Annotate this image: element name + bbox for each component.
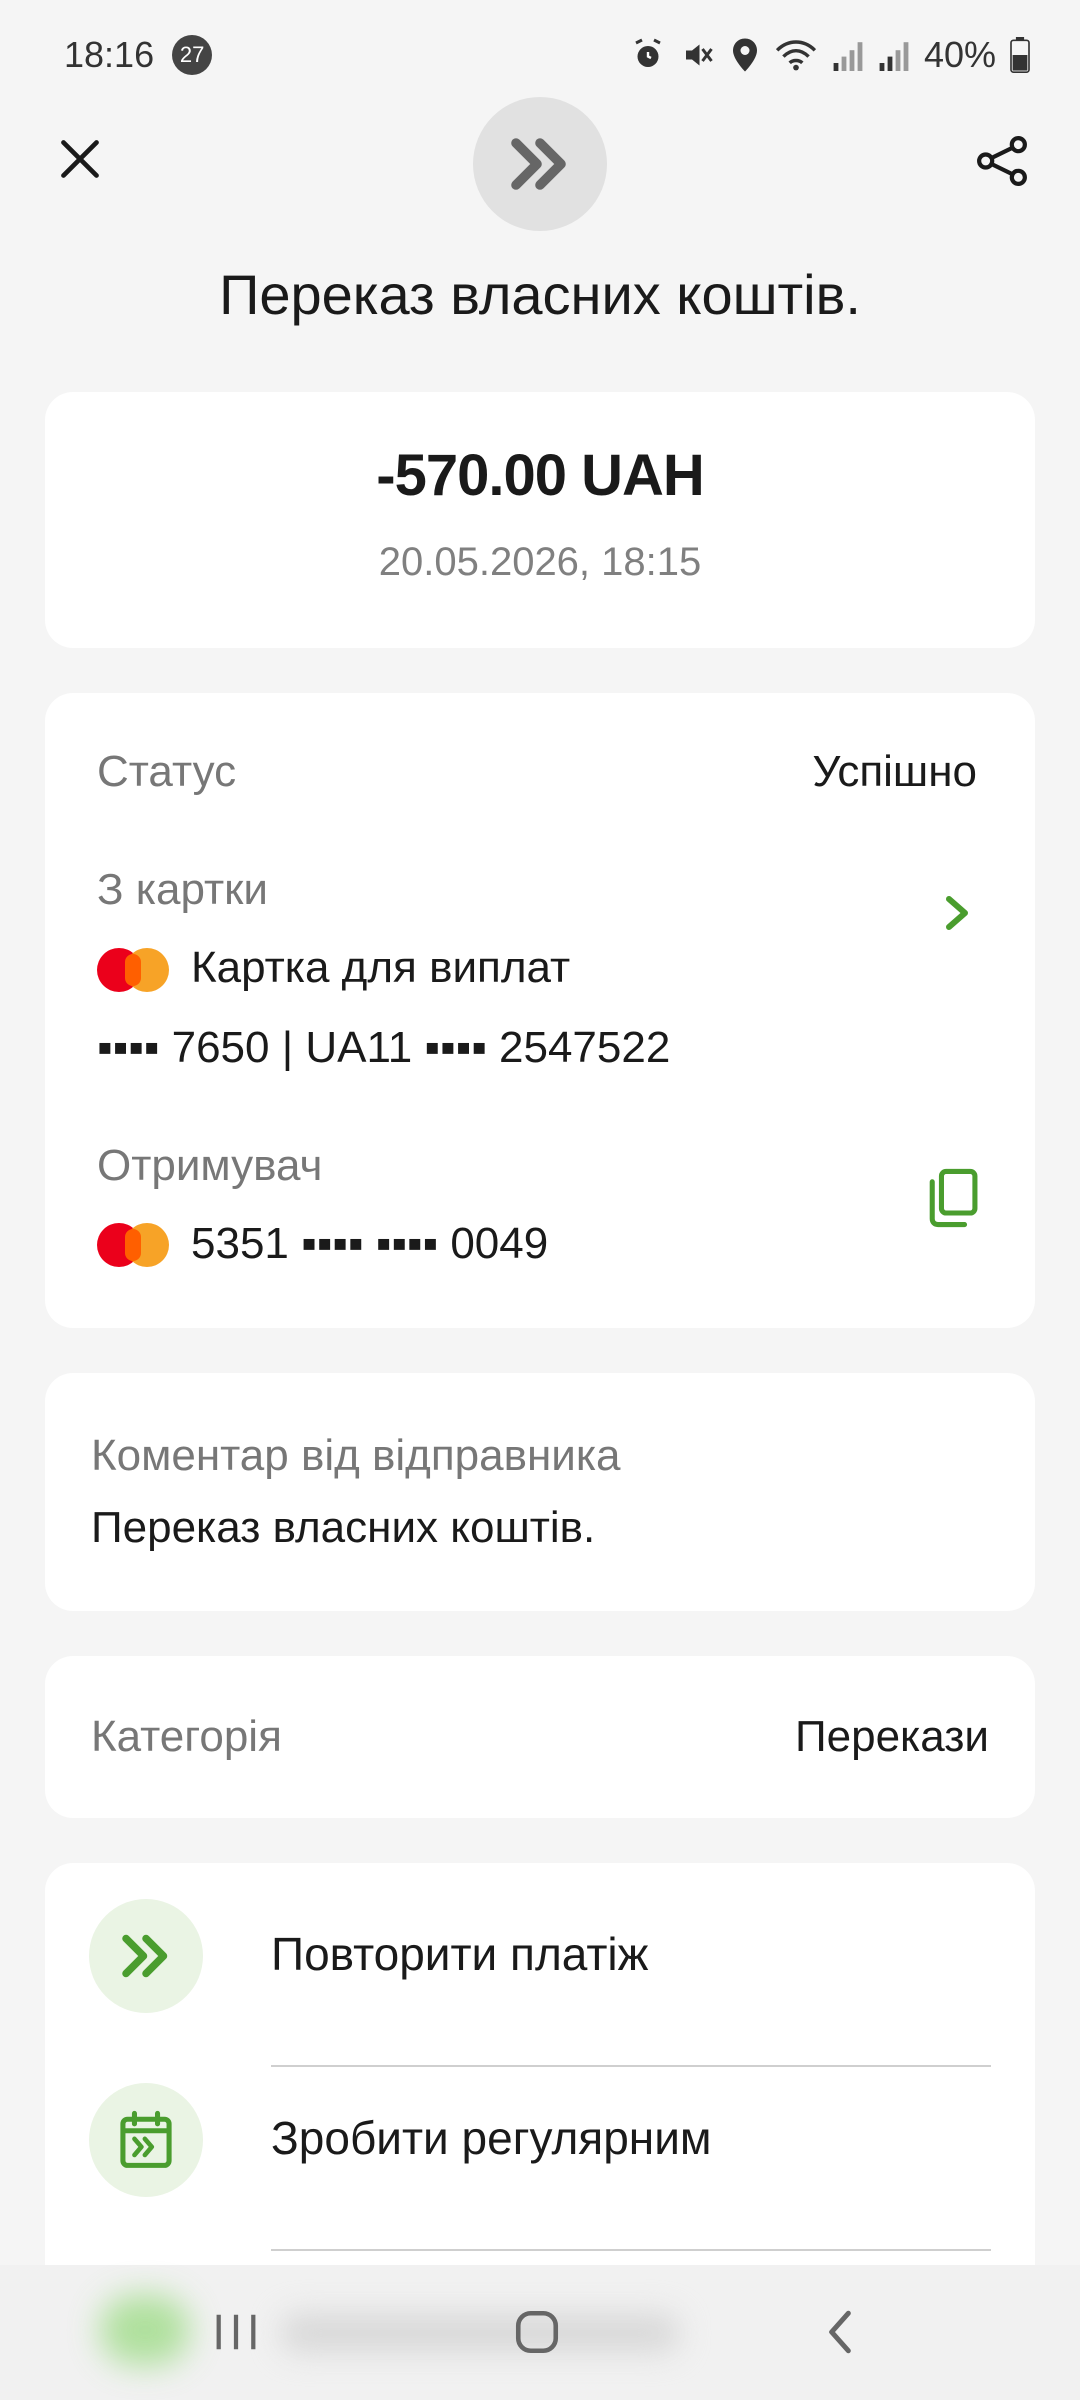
close-button[interactable] (48, 127, 112, 191)
from-card-name: Картка для виплат (191, 943, 571, 992)
transaction-datetime: 20.05.2026, 18:15 (378, 540, 702, 584)
header (0, 95, 1080, 235)
copy-icon (929, 1168, 978, 1228)
mute-icon (685, 44, 713, 66)
status-time: 18:16 (64, 34, 155, 75)
divider (271, 2249, 991, 2251)
close-icon (61, 140, 99, 178)
share-icon (977, 136, 1027, 186)
repeat-payment-button[interactable]: Повторити платіж (45, 1863, 1035, 2043)
chevron-right-icon (946, 896, 968, 930)
alarm-icon (635, 38, 661, 67)
category-value: Перекази (795, 1712, 989, 1761)
mastercard-icon (97, 1223, 169, 1267)
blurred-content (100, 2295, 190, 2365)
home-button[interactable] (497, 2297, 577, 2367)
recent-apps-icon (216, 2314, 256, 2350)
copy-recipient-button[interactable] (921, 1163, 985, 1233)
recent-apps-button[interactable] (196, 2297, 276, 2367)
details-card: Статус Успішно З картки Картка для випла… (45, 693, 1035, 1328)
signal-icon-2 (879, 42, 909, 71)
status-value: Успішно (812, 747, 977, 796)
double-chevron-right-icon (511, 138, 566, 190)
category-label: Категорія (91, 1712, 282, 1761)
repeat-payment-label: Повторити платіж (271, 1928, 649, 1980)
transaction-type-icon (473, 97, 607, 231)
make-regular-button[interactable]: Зробити регулярним (45, 2047, 1035, 2227)
transaction-amount: -570.00 UAH (376, 443, 704, 508)
battery-percent: 40% (923, 34, 996, 75)
notification-badge: 27 (172, 35, 213, 75)
page-title: Переказ власних коштів. (219, 263, 861, 326)
amount-card: -570.00 UAH 20.05.2026, 18:15 (45, 392, 1035, 648)
share-button[interactable] (970, 129, 1034, 193)
status-left: 18:16 27 (64, 34, 213, 76)
category-card[interactable]: Категорія Перекази (45, 1656, 1035, 1818)
system-nav-bar (0, 2265, 1080, 2400)
status-bar: 18:16 27 40% (0, 0, 1080, 110)
comment-text: Переказ власних коштів. (91, 1503, 596, 1552)
signal-icon-1 (833, 42, 863, 71)
home-icon (515, 2310, 559, 2354)
repeat-payment-icon-wrap (89, 1899, 203, 2013)
wifi-icon (775, 40, 817, 71)
location-icon (732, 38, 757, 72)
back-button[interactable] (800, 2297, 880, 2367)
recipient-label: Отримувач (97, 1141, 323, 1190)
status-label: Статус (97, 747, 237, 796)
repeat-payment-icon (122, 1934, 168, 1978)
status-right: 40% (630, 34, 1030, 76)
back-icon (829, 2310, 851, 2354)
blurred-content (280, 2313, 680, 2353)
from-card-number: ▪▪▪▪ 7650 | UA11 ▪▪▪▪ 2547522 (97, 1023, 671, 1072)
from-card-details-button[interactable] (929, 885, 985, 941)
comment-label: Коментар від відправника (91, 1431, 621, 1480)
comment-card: Коментар від відправника Переказ власних… (45, 1373, 1035, 1611)
make-regular-label: Зробити регулярним (271, 2112, 712, 2164)
from-card-label: З картки (97, 865, 268, 914)
battery-icon (1010, 37, 1030, 73)
mastercard-icon (97, 948, 169, 992)
calendar-icon-wrap (89, 2083, 203, 2197)
calendar-icon (120, 2110, 172, 2168)
recipient-card-number: 5351 ▪▪▪▪ ▪▪▪▪ 0049 (191, 1219, 549, 1268)
